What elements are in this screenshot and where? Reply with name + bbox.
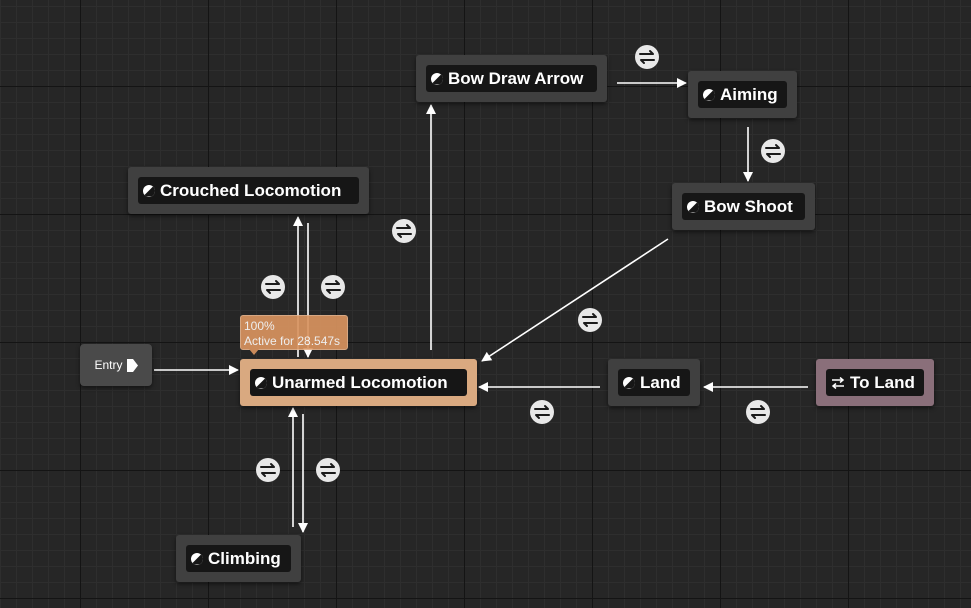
state-icon [143, 184, 155, 197]
transition-rule-icon[interactable] [745, 399, 771, 425]
transition-rule-icon[interactable] [760, 138, 786, 164]
active-weight-text: 100% [244, 319, 275, 333]
state-icon [191, 552, 203, 565]
state-node-bow-shoot[interactable]: Bow Shoot [672, 183, 815, 230]
transition-rule-icon[interactable] [577, 307, 603, 333]
entry-label: Entry [94, 358, 123, 372]
state-node-climbing[interactable]: Climbing [176, 535, 301, 582]
state-node-aiming[interactable]: Aiming [688, 71, 797, 118]
active-state-tooltip: 100% Active for 28.547s [240, 315, 348, 355]
entry-node[interactable]: Entry [80, 344, 152, 386]
state-label: Crouched Locomotion [160, 180, 342, 200]
state-label: Land [640, 372, 681, 392]
state-label: To Land [850, 372, 915, 392]
state-node-bow-draw-arrow[interactable]: Bow Draw Arrow [416, 55, 607, 102]
state-label: Bow Shoot [704, 196, 793, 216]
state-label: Unarmed Locomotion [272, 372, 448, 392]
transition-rule-icon[interactable] [255, 457, 281, 483]
transition-rule-icon[interactable] [634, 44, 660, 70]
conduit-arrows-icon [831, 376, 845, 389]
state-icon [703, 88, 715, 101]
state-icon [687, 200, 699, 213]
conduit-node-to-land[interactable]: To Land [816, 359, 934, 406]
state-node-unarmed-locomotion[interactable]: Unarmed Locomotion [240, 359, 477, 406]
transition-rule-icon[interactable] [315, 457, 341, 483]
entry-arrow-icon [126, 358, 138, 372]
transition-rule-icon[interactable] [260, 274, 286, 300]
state-label: Bow Draw Arrow [448, 68, 584, 88]
transition-rule-icon[interactable] [529, 399, 555, 425]
state-icon [431, 72, 443, 85]
transition-rule-icon[interactable] [320, 274, 346, 300]
state-label: Climbing [208, 548, 281, 568]
transition-rule-icon[interactable] [391, 218, 417, 244]
transition-arrow-bowshoot-to-unarmed [481, 238, 669, 362]
state-label: Aiming [720, 84, 778, 104]
active-duration-text: Active for 28.547s [244, 334, 341, 348]
state-icon [623, 376, 635, 389]
state-node-land[interactable]: Land [608, 359, 700, 406]
state-node-crouched-locomotion[interactable]: Crouched Locomotion [128, 167, 369, 214]
state-icon [255, 376, 267, 389]
